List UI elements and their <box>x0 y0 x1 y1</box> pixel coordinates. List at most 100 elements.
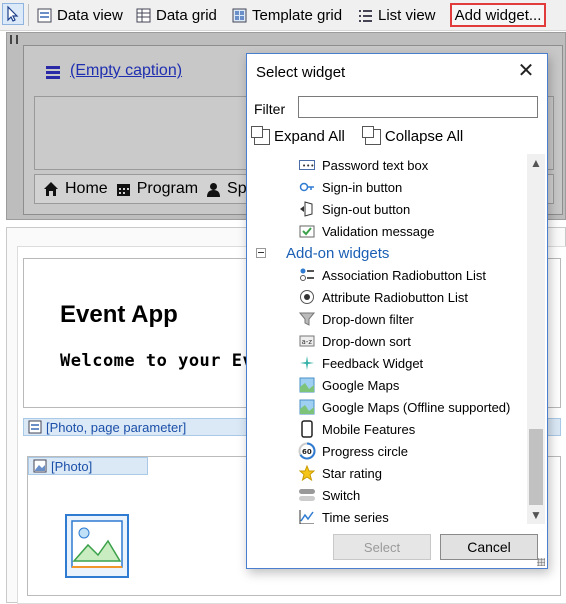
tree-item-label: Sign-in button <box>322 179 403 195</box>
tree-item[interactable]: Switch <box>298 484 360 506</box>
nav-item-label: Sp <box>227 180 247 197</box>
collapse-toggle-icon[interactable] <box>256 248 266 258</box>
tree-item-label: Star rating <box>322 465 382 481</box>
chart-icon <box>298 508 316 524</box>
tree-item-label: Sign-out button <box>322 201 411 217</box>
tree-item-label: Drop-down sort <box>322 333 411 349</box>
list-view-button[interactable]: List view <box>357 4 436 26</box>
select-button[interactable]: Select <box>333 534 431 560</box>
validation-icon <box>298 222 316 240</box>
tree-group-add-on-widgets[interactable]: Add-on widgets <box>256 242 389 264</box>
progress-circle-icon: 60 <box>298 442 316 460</box>
photo-label: [Photo] <box>51 458 93 474</box>
tree-item-label: Google Maps (Offline supported) <box>322 399 511 415</box>
hamburger-menu-icon[interactable] <box>46 66 60 80</box>
nav-item-speakers[interactable]: Sp <box>206 180 247 198</box>
calendar-icon <box>116 183 130 196</box>
filter-input[interactable] <box>298 96 538 118</box>
tree-item[interactable]: Sign-in button <box>298 176 402 198</box>
password-textbox-icon: ••• <box>298 156 316 174</box>
template-grid-icon <box>232 8 247 22</box>
tree-item[interactable]: Sign-out button <box>298 198 410 220</box>
tree-group-label: Add-on widgets <box>286 244 390 262</box>
tree-item-label: Progress circle <box>322 443 408 459</box>
nav-item-program[interactable]: Program <box>116 180 198 198</box>
mobile-icon <box>298 420 316 438</box>
welcome-text: Welcome to your Ev <box>60 351 254 371</box>
dataview-icon <box>28 420 42 434</box>
map-icon <box>298 376 316 394</box>
tree-item[interactable]: Star rating <box>298 462 382 484</box>
tree-item-label: Google Maps <box>322 377 400 393</box>
collapse-all-label: Collapse All <box>384 128 464 145</box>
pointer-icon <box>7 5 19 22</box>
drag-handle-icon[interactable] <box>10 35 18 44</box>
tree-item[interactable]: Association Radiobutton List <box>298 264 486 286</box>
scroll-down-icon[interactable]: ▼ <box>527 506 545 524</box>
tree-item[interactable]: Feedback Widget <box>298 352 423 374</box>
scrollbar-thumb[interactable] <box>529 429 543 505</box>
image-placeholder-icon <box>65 514 129 578</box>
nav-item-home[interactable]: Home <box>43 180 108 198</box>
expand-all-label: Expand All <box>274 128 345 145</box>
tree-item-label: Validation message <box>322 223 435 239</box>
resize-grip-icon[interactable] <box>537 558 545 566</box>
tree-item-label: Password text box <box>322 157 429 173</box>
tree-item[interactable]: Drop-down filter <box>298 308 414 330</box>
svg-text:•••: ••• <box>302 162 314 170</box>
tree-item-label: Feedback Widget <box>322 355 424 371</box>
pointer-tool-button[interactable] <box>2 3 24 25</box>
collapse-all-button[interactable]: Collapse All <box>361 125 464 145</box>
data-grid-button[interactable]: Data grid <box>135 4 217 26</box>
data-grid-icon <box>136 8 151 22</box>
tree-item[interactable]: Mobile Features <box>298 418 415 440</box>
dialog-title: Select widget <box>256 64 346 81</box>
filter-label: Filter <box>254 101 286 117</box>
select-widget-dialog: Select widget ✕ Filter Expand All Collap… <box>246 53 548 569</box>
tree-item[interactable]: Validation message <box>298 220 435 242</box>
tree-item[interactable]: ••• Password text box <box>298 154 428 176</box>
expand-all-icon <box>251 125 270 145</box>
toolbar-separator <box>28 4 29 26</box>
tree-item[interactable]: Attribute Radiobutton List <box>298 286 468 308</box>
tree-item[interactable]: a-z Drop-down sort <box>298 330 411 352</box>
tree-item-label: Association Radiobutton List <box>322 267 487 283</box>
data-view-label: Data view <box>57 6 123 24</box>
radio-list-icon <box>298 266 316 284</box>
data-view-icon <box>37 8 52 22</box>
tree-item[interactable]: Google Maps (Offline supported) <box>298 396 510 418</box>
user-icon <box>207 182 221 197</box>
data-view-button[interactable]: Data view <box>36 4 123 26</box>
empty-caption-link[interactable]: (Empty caption) <box>70 62 182 80</box>
tree-item[interactable]: Google Maps <box>298 374 399 396</box>
star-icon <box>298 464 316 482</box>
funnel-icon <box>298 310 316 328</box>
collapse-all-icon <box>361 125 381 145</box>
nav-item-label: Program <box>136 180 199 197</box>
widget-tree[interactable]: ••• Password text box Sign-in button Sign-o… <box>252 154 547 524</box>
expand-collapse-toolbar: Expand All Collapse All <box>251 125 464 145</box>
tree-scrollbar[interactable]: ▲ ▼ <box>527 154 545 524</box>
scroll-up-icon[interactable]: ▲ <box>527 154 545 172</box>
svg-text:60: 60 <box>302 448 312 456</box>
toolbar: Data view Data grid Template grid List v… <box>0 0 566 31</box>
tree-item-label: Switch <box>322 487 361 503</box>
template-grid-button[interactable]: Template grid <box>231 4 342 26</box>
list-view-label: List view <box>378 6 436 24</box>
add-widget-button[interactable]: Add widget... <box>450 3 546 27</box>
template-grid-label: Template grid <box>252 6 343 24</box>
image-widget-icon <box>33 459 47 473</box>
photo-page-parameter-label: [Photo, page parameter] <box>46 419 187 435</box>
home-icon <box>44 182 58 196</box>
tree-item[interactable]: Time series <box>298 506 389 524</box>
event-app-title: Event App <box>60 301 178 328</box>
tree-item-label: Drop-down filter <box>322 311 414 327</box>
tree-item-label: Mobile Features <box>322 421 416 437</box>
svg-text:a-z: a-z <box>302 338 313 346</box>
cancel-button[interactable]: Cancel <box>440 534 538 560</box>
expand-all-button[interactable]: Expand All <box>251 125 345 145</box>
tree-item-label: Time series <box>322 509 389 525</box>
close-icon[interactable]: ✕ <box>515 60 537 82</box>
photo-widget-header[interactable]: [Photo] <box>28 457 148 475</box>
tree-item[interactable]: 60 Progress circle <box>298 440 408 462</box>
